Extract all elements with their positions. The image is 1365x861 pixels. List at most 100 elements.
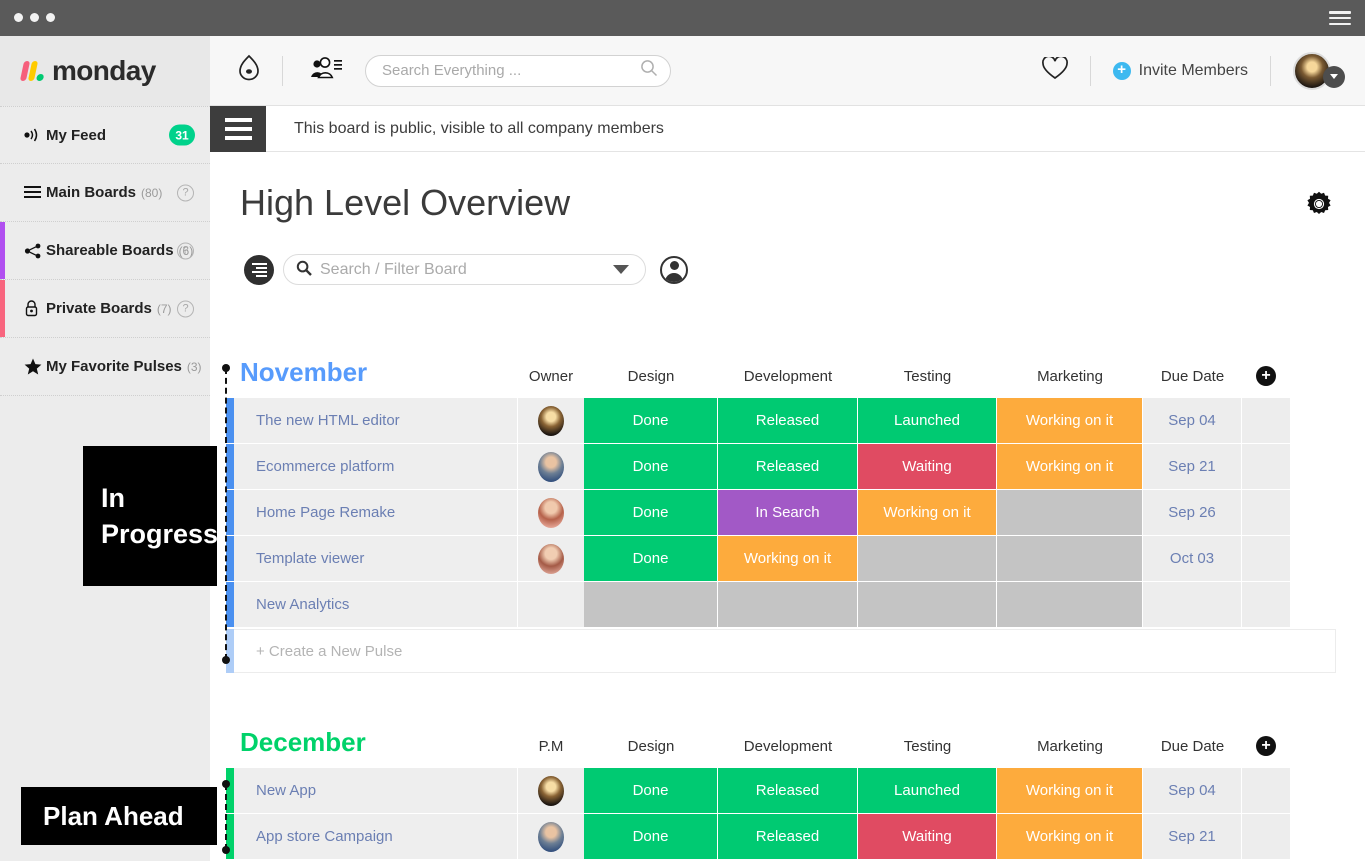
search-everything-box[interactable] <box>365 54 671 87</box>
status-development[interactable]: Working on it <box>718 536 858 581</box>
table-row[interactable]: New App Done Released Launched Working o… <box>226 768 1336 813</box>
status-testing[interactable]: Waiting <box>858 814 997 859</box>
status-development[interactable]: Released <box>718 398 858 443</box>
monday-logo[interactable]: monday <box>0 36 210 106</box>
table-row[interactable]: Template viewer Done Working on it Oct 0… <box>226 536 1336 581</box>
sidebar-item-favorite-pulses[interactable]: My Favorite Pulses (3) <box>0 338 210 396</box>
status-testing[interactable]: Launched <box>858 398 997 443</box>
column-header-owner[interactable]: Owner <box>518 368 584 388</box>
row-owner[interactable] <box>518 444 584 489</box>
window-menu-icon[interactable] <box>1329 11 1351 25</box>
row-name[interactable]: Ecommerce platform <box>234 444 518 489</box>
person-filter-icon[interactable] <box>660 255 688 284</box>
sidebar-item-private-boards[interactable]: Private Boards (7) ? <box>0 280 210 338</box>
row-due-date[interactable]: Sep 04 <box>1143 768 1242 813</box>
status-testing[interactable] <box>858 536 997 581</box>
create-new-pulse-label[interactable]: + Create a New Pulse <box>234 629 1336 673</box>
column-header-due-date[interactable]: Due Date <box>1143 738 1242 758</box>
status-design[interactable]: Done <box>584 536 718 581</box>
status-design[interactable]: Done <box>584 814 718 859</box>
status-testing[interactable]: Launched <box>858 768 997 813</box>
chevron-down-icon[interactable] <box>1323 65 1345 88</box>
sidebar-item-shareable-boards[interactable]: Shareable Boards (6) ? <box>0 222 210 280</box>
create-new-pulse-row[interactable]: + Create a New Pulse <box>226 629 1336 673</box>
row-due-date[interactable]: Sep 04 <box>1143 398 1242 443</box>
table-row[interactable]: New Analytics <box>226 582 1336 627</box>
invite-members-button[interactable]: + Invite Members <box>1112 61 1248 80</box>
column-header-marketing[interactable]: Marketing <box>997 738 1143 758</box>
row-name[interactable]: App store Campaign <box>234 814 518 859</box>
help-icon[interactable]: ? <box>177 242 194 259</box>
gear-icon[interactable] <box>1305 190 1333 218</box>
callout-connector-in-progress <box>222 364 230 664</box>
sidebar-item-main-boards[interactable]: Main Boards (80) ? <box>0 164 210 222</box>
status-marketing[interactable]: Working on it <box>997 444 1143 489</box>
search-icon[interactable] <box>640 59 658 82</box>
board-menu-icon[interactable] <box>210 105 266 152</box>
row-owner[interactable] <box>518 582 584 627</box>
row-due-date[interactable]: Sep 21 <box>1143 444 1242 489</box>
board-search-input[interactable] <box>320 260 613 279</box>
add-column-button[interactable]: + <box>1242 366 1290 388</box>
row-name[interactable]: New App <box>234 768 518 813</box>
row-owner[interactable] <box>518 490 584 535</box>
table-row[interactable]: Home Page Remake Done In Search Working … <box>226 490 1336 535</box>
row-due-date[interactable] <box>1143 582 1242 627</box>
row-owner[interactable] <box>518 814 584 859</box>
row-name[interactable]: Template viewer <box>234 536 518 581</box>
row-due-date[interactable]: Sep 21 <box>1143 814 1242 859</box>
status-design[interactable]: Done <box>584 444 718 489</box>
status-marketing[interactable] <box>997 536 1143 581</box>
filter-icon[interactable] <box>244 254 274 285</box>
status-design[interactable]: Done <box>584 490 718 535</box>
column-header-marketing[interactable]: Marketing <box>997 368 1143 388</box>
help-icon[interactable]: ? <box>177 184 194 201</box>
status-marketing[interactable] <box>997 582 1143 627</box>
sidebar-item-my-feed[interactable]: My Feed 31 <box>0 106 210 164</box>
row-due-date[interactable]: Oct 03 <box>1143 536 1242 581</box>
table-row[interactable]: App store Campaign Done Released Waiting… <box>226 814 1336 859</box>
column-header-due-date[interactable]: Due Date <box>1143 368 1242 388</box>
status-development[interactable]: Released <box>718 444 858 489</box>
column-header-design[interactable]: Design <box>584 368 718 388</box>
add-column-button[interactable]: + <box>1242 736 1290 758</box>
status-development[interactable]: Released <box>718 768 858 813</box>
status-marketing[interactable]: Working on it <box>997 814 1143 859</box>
group-title[interactable]: November <box>226 357 518 388</box>
heart-icon[interactable] <box>1041 54 1068 85</box>
status-development[interactable]: Released <box>718 814 858 859</box>
column-header-design[interactable]: Design <box>584 738 718 758</box>
table-row[interactable]: The new HTML editor Done Released Launch… <box>226 398 1336 443</box>
column-header-testing[interactable]: Testing <box>858 368 997 388</box>
status-design[interactable]: Done <box>584 768 718 813</box>
column-header-testing[interactable]: Testing <box>858 738 997 758</box>
row-owner[interactable] <box>518 398 584 443</box>
status-testing[interactable]: Waiting <box>858 444 997 489</box>
row-name[interactable]: Home Page Remake <box>234 490 518 535</box>
row-owner[interactable] <box>518 768 584 813</box>
status-marketing[interactable]: Working on it <box>997 768 1143 813</box>
column-header-pm[interactable]: P.M <box>518 738 584 758</box>
notification-bell-icon[interactable] <box>236 54 262 87</box>
row-name[interactable]: New Analytics <box>234 582 518 627</box>
help-icon[interactable]: ? <box>177 300 194 317</box>
chevron-down-icon[interactable] <box>613 265 629 274</box>
status-design[interactable] <box>584 582 718 627</box>
group-title[interactable]: December <box>226 727 518 758</box>
people-list-icon[interactable] <box>309 56 343 85</box>
board-search-box[interactable] <box>283 254 646 285</box>
status-development[interactable]: In Search <box>718 490 858 535</box>
row-name[interactable]: The new HTML editor <box>234 398 518 443</box>
search-everything-input[interactable] <box>382 62 640 79</box>
status-testing[interactable]: Working on it <box>858 490 997 535</box>
status-testing[interactable] <box>858 582 997 627</box>
row-due-date[interactable]: Sep 26 <box>1143 490 1242 535</box>
status-marketing[interactable]: Working on it <box>997 398 1143 443</box>
status-marketing[interactable] <box>997 490 1143 535</box>
column-header-development[interactable]: Development <box>718 368 858 388</box>
column-header-development[interactable]: Development <box>718 738 858 758</box>
row-owner[interactable] <box>518 536 584 581</box>
status-design[interactable]: Done <box>584 398 718 443</box>
table-row[interactable]: Ecommerce platform Done Released Waiting… <box>226 444 1336 489</box>
status-development[interactable] <box>718 582 858 627</box>
